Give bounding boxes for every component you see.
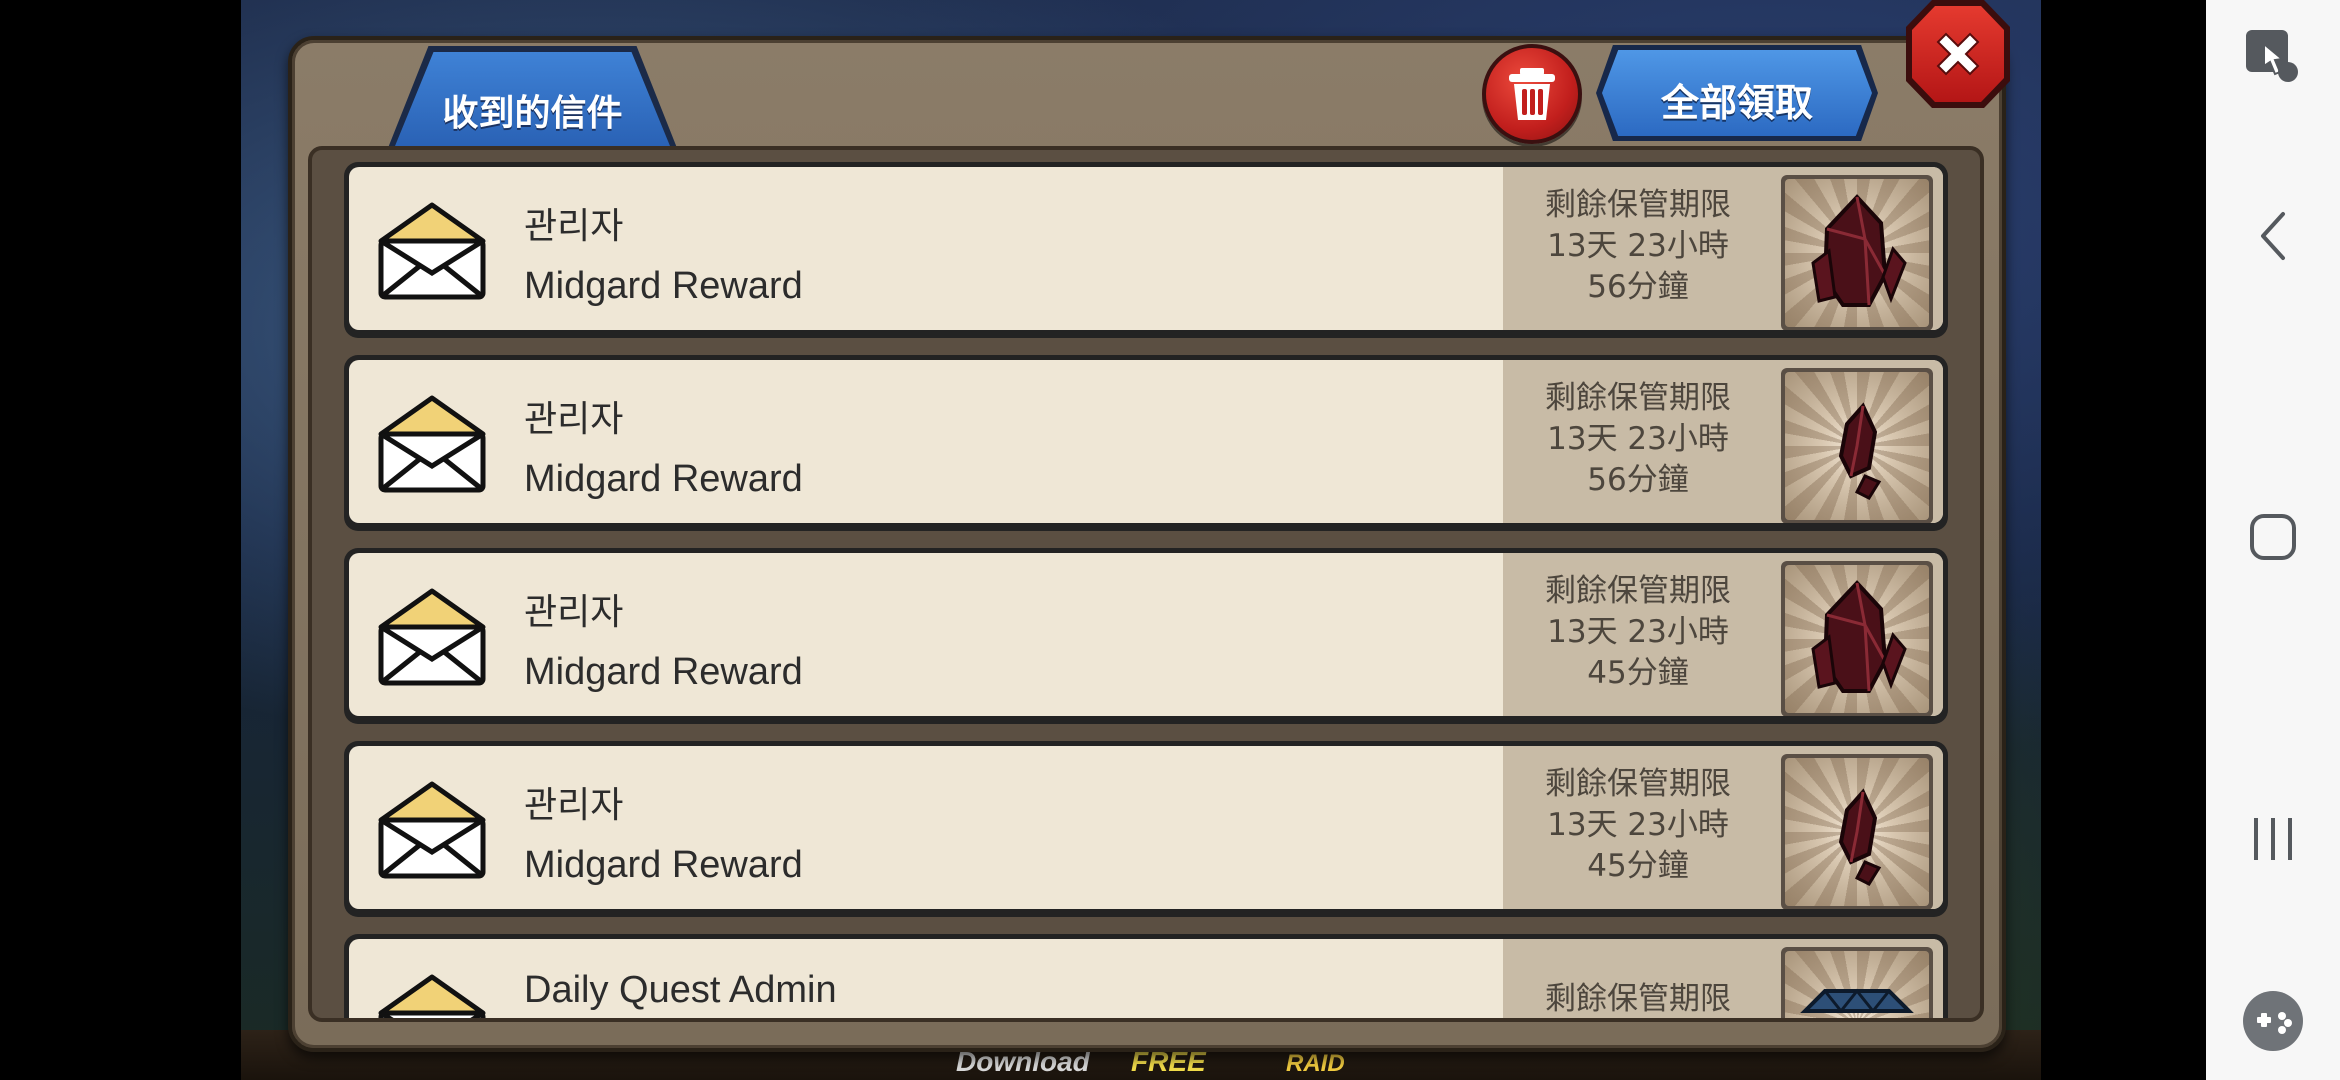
reward-slot[interactable] (1781, 561, 1933, 716)
mail-list-area[interactable]: 관리자 Midgard Reward 剩餘保管期限 13天 23小時 56分鐘 (308, 146, 1984, 1022)
open-envelope-icon (378, 395, 486, 493)
large-red-crystal-icon (1811, 194, 1907, 307)
expiry-days: 13天 23小時 (1547, 228, 1729, 264)
mail-sender: 관리자 (524, 206, 624, 247)
expiry-label: 剩餘保管期限 (1545, 981, 1731, 1017)
reward-slot[interactable] (1781, 947, 1933, 1018)
close-icon (1936, 32, 1980, 76)
mail-item[interactable]: 관리자 Midgard Reward 剩餘保管期限 13天 23小時 56分鐘 (344, 162, 1948, 338)
accessibility-touch-button[interactable] (2206, 26, 2340, 88)
expiry-label: 剩餘保管期限 (1545, 766, 1731, 802)
small-red-shard-icon (1838, 402, 1882, 500)
tab-received-mail-label: 收到的信件 (442, 93, 623, 134)
expiry-info: 剩餘保管期限 13天 23小時 56分鐘 (1538, 185, 1738, 308)
expiry-days: 13天 23小時 (1547, 807, 1729, 843)
mail-meta: 剩餘保管期限 13天 23小時 56分鐘 (1503, 167, 1943, 330)
mail-meta: 剩餘保管期限 13天 23小時 45分鐘 (1503, 553, 1943, 716)
mail-list: 관리자 Midgard Reward 剩餘保管期限 13天 23小時 56分鐘 (344, 162, 1948, 1018)
open-envelope-icon (378, 974, 486, 1018)
expiry-days: 13天 23小時 (1547, 421, 1729, 457)
expiry-info: 剩餘保管期限 13天 23小時 45分鐘 (1538, 571, 1738, 694)
open-envelope-icon (378, 781, 486, 879)
mail-item[interactable]: 관리자 Midgard Reward 剩餘保管期限 13天 23小時 45分鐘 (344, 548, 1948, 724)
open-envelope-icon (378, 588, 486, 686)
blue-item-icon (1800, 988, 1914, 1014)
game-tools-icon (2243, 991, 2303, 1051)
recents-icon (2254, 818, 2292, 860)
home-icon (2250, 514, 2296, 560)
delete-button[interactable] (1482, 44, 1582, 144)
expiry-label: 剩餘保管期限 (1545, 573, 1731, 609)
small-red-shard-icon (1838, 788, 1882, 886)
accessibility-touch-icon (2246, 30, 2298, 82)
mail-meta: 剩餘保管期限 13天 23小時 56分鐘 (1503, 360, 1943, 523)
close-button[interactable] (1912, 6, 2004, 102)
expiry-minutes: 45分鐘 (1587, 655, 1689, 691)
expiry-days: 13天 23小時 (1547, 614, 1729, 650)
reward-slot[interactable] (1781, 368, 1933, 523)
recents-button[interactable] (2206, 814, 2340, 864)
mail-item[interactable]: 관리자 Midgard Reward 剩餘保管期限 13天 23小時 56分鐘 (344, 355, 1948, 531)
mail-subject: Midgard Reward (524, 458, 803, 500)
large-red-crystal-icon (1811, 580, 1907, 693)
mail-item[interactable]: 관리자 Midgard Reward 剩餘保管期限 13天 23小時 45分鐘 (344, 741, 1948, 917)
reward-slot[interactable] (1781, 754, 1933, 909)
mail-subject: Midgard Reward (524, 265, 803, 307)
home-button[interactable] (2206, 512, 2340, 562)
expiry-label: 剩餘保管期限 (1545, 380, 1731, 416)
open-envelope-icon (378, 202, 486, 300)
trash-icon (1509, 68, 1555, 120)
back-icon (2261, 212, 2285, 260)
mail-item[interactable]: Daily Quest Admin 剩餘保管期限 (344, 934, 1948, 1018)
game-tools-button[interactable] (2206, 990, 2340, 1052)
raid-banner-text: RAID (1286, 1050, 1345, 1077)
claim-all-label: 全部領取 (1660, 81, 1813, 125)
mail-sender: 관리자 (524, 592, 624, 633)
mail-meta: 剩餘保管期限 (1503, 939, 1943, 1018)
mail-subject: Midgard Reward (524, 651, 803, 693)
mail-sender: Daily Quest Admin (524, 969, 837, 1011)
expiry-minutes: 56分鐘 (1587, 462, 1689, 498)
system-navigation-bar (2206, 0, 2340, 1080)
expiry-label: 剩餘保管期限 (1545, 187, 1731, 223)
mail-subject: Midgard Reward (524, 844, 803, 886)
expiry-minutes: 45分鐘 (1587, 848, 1689, 884)
expiry-info: 剩餘保管期限 (1538, 979, 1738, 1018)
mail-sender: 관리자 (524, 785, 624, 826)
expiry-minutes: 56分鐘 (1587, 269, 1689, 305)
expiry-info: 剩餘保管期限 13天 23小時 56分鐘 (1538, 378, 1738, 501)
mail-meta: 剩餘保管期限 13天 23小時 45分鐘 (1503, 746, 1943, 909)
back-button[interactable] (2206, 208, 2340, 264)
reward-slot[interactable] (1781, 175, 1933, 330)
expiry-info: 剩餘保管期限 13天 23小時 45分鐘 (1538, 764, 1738, 887)
mail-sender: 관리자 (524, 399, 624, 440)
